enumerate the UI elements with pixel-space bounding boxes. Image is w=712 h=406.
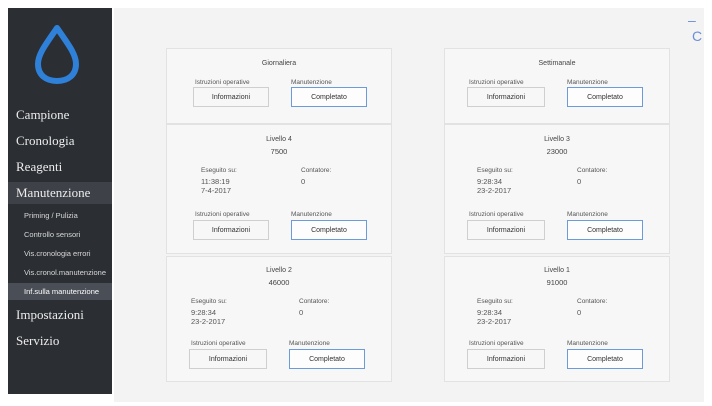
panel-livello-3: Livello 3 23000 Eseguito su: Contatore: … [444, 124, 670, 254]
sidebar-item-manutenzione[interactable]: Manutenzione [8, 182, 112, 204]
executed-time: 9:28:34 [477, 177, 503, 186]
executed-label: Eseguito su: [201, 167, 237, 174]
panel-livello-4: Livello 4 7500 Eseguito su: Contatore: 1… [166, 124, 392, 254]
panel-livello-2: Livello 2 46000 Eseguito su: Contatore: … [166, 256, 392, 382]
counter-label: Contatore: [301, 167, 332, 174]
info-button[interactable]: Informazioni [193, 220, 269, 240]
sidebar-subitem-info-manutenzione[interactable]: Inf.sulla manutenzione [8, 283, 112, 300]
completed-button[interactable]: Completato [567, 349, 643, 369]
executed-time: 11:38:19 [201, 177, 230, 186]
instructions-label: Istruzioni operative [469, 79, 524, 86]
sidebar: Campione Cronologia Reagenti Manutenzion… [8, 8, 112, 394]
panel-settimanale: Settimanale Istruzioni operative Manuten… [444, 48, 670, 124]
panel-title: Settimanale [538, 60, 576, 67]
completed-button[interactable]: Completato [567, 220, 643, 240]
executed-date: 23-2-2017 [477, 186, 512, 195]
counter-value: 0 [301, 177, 306, 186]
completed-button[interactable]: Completato [289, 349, 365, 369]
counter-label: Contatore: [577, 298, 608, 305]
maintenance-label: Manutenzione [567, 340, 608, 347]
counter-value: 0 [577, 177, 582, 186]
counter-label: Contatore: [299, 298, 330, 305]
minimize-icon[interactable]: – [688, 12, 696, 28]
executed-label: Eseguito su: [191, 298, 227, 305]
sidebar-item-reagenti[interactable]: Reagenti [8, 156, 112, 178]
info-button[interactable]: Informazioni [193, 87, 269, 107]
executed-time: 9:28:34 [191, 308, 217, 317]
instructions-label: Istruzioni operative [469, 211, 524, 218]
sidebar-item-campione[interactable]: Campione [8, 104, 112, 126]
water-drop-icon [35, 25, 79, 84]
level-threshold: 46000 [268, 278, 290, 287]
sidebar-item-impostazioni[interactable]: Impostazioni [8, 304, 112, 326]
counter-value: 0 [299, 308, 304, 317]
completed-button[interactable]: Completato [567, 87, 643, 107]
info-button[interactable]: Informazioni [189, 349, 267, 369]
sidebar-item-servizio[interactable]: Servizio [8, 330, 112, 352]
executed-label: Eseguito su: [477, 167, 513, 174]
executed-date: 23-2-2017 [477, 317, 512, 326]
maintenance-label: Manutenzione [567, 79, 608, 86]
executed-label: Eseguito su: [477, 298, 513, 305]
level-threshold: 91000 [546, 278, 568, 287]
maintenance-label: Manutenzione [291, 79, 332, 86]
executed-date: 7-4-2017 [201, 186, 232, 195]
window-controls: – C [688, 12, 712, 44]
panel-giornaliera: Giornaliera Istruzioni operative Manuten… [166, 48, 392, 124]
panel-title: Giornaliera [261, 60, 297, 67]
window-control-icon[interactable]: C [692, 28, 702, 44]
panel-title: Livello 1 [544, 267, 570, 274]
maintenance-label: Manutenzione [289, 340, 330, 347]
instructions-label: Istruzioni operative [195, 211, 250, 218]
sidebar-item-cronologia[interactable]: Cronologia [8, 130, 112, 152]
panel-title: Livello 3 [544, 136, 570, 143]
panel-title: Livello 2 [266, 267, 292, 274]
sidebar-subitem-priming[interactable]: Priming / Pulizia [8, 207, 112, 224]
instructions-label: Istruzioni operative [469, 340, 524, 347]
executed-time: 9:28:34 [477, 308, 503, 317]
info-button[interactable]: Informazioni [467, 220, 545, 240]
completed-button[interactable]: Completato [291, 220, 367, 240]
level-threshold: 23000 [546, 147, 568, 156]
panel-livello-1: Livello 1 91000 Eseguito su: Contatore: … [444, 256, 670, 382]
level-threshold: 7500 [270, 147, 288, 156]
executed-date: 23-2-2017 [191, 317, 226, 326]
sidebar-subitem-controllo-sensori[interactable]: Controllo sensori [8, 226, 112, 243]
maintenance-label: Manutenzione [291, 211, 332, 218]
panel-title: Livello 4 [266, 136, 292, 143]
maintenance-label: Manutenzione [567, 211, 608, 218]
info-button[interactable]: Informazioni [467, 87, 545, 107]
counter-value: 0 [577, 308, 582, 317]
info-button[interactable]: Informazioni [467, 349, 545, 369]
instructions-label: Istruzioni operative [195, 79, 250, 86]
main-content: Giornaliera Istruzioni operative Manuten… [114, 8, 704, 402]
instructions-label: Istruzioni operative [191, 340, 246, 347]
completed-button[interactable]: Completato [291, 87, 367, 107]
sidebar-subitem-cronologia-manutenzione[interactable]: Vis.cronol.manutenzione [8, 264, 112, 281]
counter-label: Contatore: [577, 167, 608, 174]
sidebar-subitem-cronologia-errori[interactable]: Vis.cronologia errori [8, 245, 112, 262]
